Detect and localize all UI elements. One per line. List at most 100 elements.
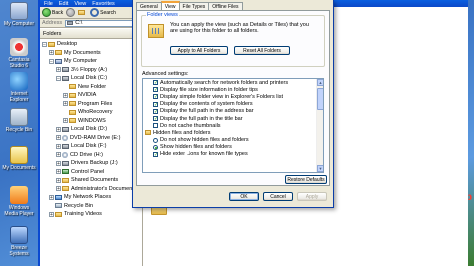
expand-icon[interactable]: + — [63, 92, 68, 98]
desktop-icon-media-player[interactable]: Windows Media Player — [2, 186, 36, 217]
address-value: C:\ — [75, 20, 83, 26]
menu-favorites[interactable]: Favorites — [92, 1, 115, 7]
tree-item-label: DVD-RAM Drive (E:) — [70, 134, 121, 141]
tree-item[interactable]: + NVIDIA — [40, 91, 142, 100]
bridge-icon — [10, 226, 28, 244]
tree-item[interactable]: +3½ Floppy (A:) — [40, 66, 142, 75]
expand-icon[interactable]: + — [49, 194, 54, 200]
collapse-icon[interactable]: − — [49, 58, 54, 64]
checkbox[interactable]: ✓ — [153, 108, 158, 114]
setting-item[interactable]: ✓ Display the full path in the title bar — [143, 115, 323, 122]
checkbox[interactable]: ✓ — [153, 94, 158, 100]
expand-icon[interactable]: + — [49, 50, 54, 56]
tree-item[interactable]: + Drivers Backup (J:) — [40, 159, 142, 168]
tree-item[interactable]: + Program Files — [40, 100, 142, 109]
expand-icon[interactable]: + — [56, 135, 61, 141]
restore-defaults-button[interactable]: Restore Defaults — [285, 175, 327, 184]
expand-icon[interactable]: + — [56, 177, 61, 183]
scroll-down-icon[interactable]: ▼ — [317, 165, 323, 172]
checkbox[interactable]: ✓ — [153, 151, 158, 157]
desktop-icon-recycle-bin[interactable]: Recycle Bin — [2, 108, 36, 133]
tree-item[interactable]: + Local Disk (D:) — [40, 125, 142, 134]
advanced-settings-list[interactable]: ✓ Automatically search for network folder… — [142, 78, 324, 173]
menu-file[interactable]: File — [44, 1, 53, 7]
setting-item[interactable]: ✓ Display file size information in folder… — [143, 86, 323, 93]
advanced-scrollbar[interactable]: ▲ ▼ — [316, 79, 323, 172]
setting-item[interactable]: Show hidden files and folders — [143, 144, 323, 151]
dialog-tabs: General View File Types Offline Files — [136, 1, 243, 10]
radio-button[interactable] — [153, 144, 158, 150]
tree-item[interactable]: + WINDOWS — [40, 117, 142, 126]
tree-item[interactable]: − Desktop — [40, 40, 142, 49]
checkbox[interactable]: ✓ — [153, 80, 158, 86]
advanced-settings-label: Advanced settings: — [142, 71, 189, 77]
tab-view[interactable]: View — [160, 1, 180, 10]
expand-icon[interactable]: + — [56, 143, 61, 149]
folder-icon — [55, 50, 62, 56]
tree-item[interactable]: + Control Panel — [40, 168, 142, 177]
scroll-up-icon[interactable]: ▲ — [317, 79, 323, 86]
tab-file-types[interactable]: File Types — [178, 2, 210, 10]
cancel-button[interactable]: Cancel — [263, 192, 293, 201]
tree-item[interactable]: − My Computer — [40, 57, 142, 66]
expand-icon[interactable]: + — [63, 101, 68, 107]
checkbox[interactable] — [153, 123, 158, 129]
desktop-icon-my-computer[interactable]: My Computer — [2, 2, 36, 27]
setting-item[interactable]: ✓ Automatically search for network folder… — [143, 79, 323, 86]
desktop-icon-my-documents[interactable]: My Documents — [2, 146, 36, 171]
tree-item[interactable]: + My Documents — [40, 49, 142, 58]
expand-icon[interactable]: + — [63, 118, 68, 124]
desktop-icon-camtasia[interactable]: Camtasia Studio 6 — [2, 38, 36, 69]
desktop-icon-ie[interactable]: Internet Explorer — [2, 72, 36, 103]
expand-icon[interactable]: + — [56, 160, 61, 166]
tree-item[interactable]: WhoRecovery — [40, 108, 142, 117]
expand-icon[interactable]: + — [56, 67, 61, 73]
tree-item[interactable]: + Training Videos — [40, 210, 142, 219]
scroll-thumb[interactable] — [317, 88, 323, 110]
tree-item[interactable]: New Folder — [40, 83, 142, 92]
reset-all-folders-button[interactable]: Reset All Folders — [234, 46, 290, 55]
tree-item[interactable]: + My Network Places — [40, 193, 142, 202]
folder-icon — [69, 101, 76, 107]
expand-icon[interactable]: + — [56, 126, 61, 132]
setting-item[interactable]: ✓ Display simple folder view in Explorer'… — [143, 93, 323, 100]
collapse-icon[interactable]: − — [42, 41, 47, 47]
search-icon — [90, 8, 100, 17]
search-button[interactable]: Search — [90, 8, 116, 17]
tree-item[interactable]: + Local Disk (F:) — [40, 142, 142, 151]
ok-button[interactable]: OK — [229, 192, 259, 201]
expand-icon[interactable]: + — [56, 152, 61, 158]
tree-item[interactable]: + Administrator's Documents — [40, 185, 142, 194]
setting-item[interactable]: Do not show hidden files and folders — [143, 137, 323, 144]
folder-icon — [48, 41, 55, 47]
expand-icon[interactable]: + — [56, 169, 61, 175]
back-button[interactable]: Back — [42, 8, 63, 17]
setting-item[interactable]: ✓ Hide extensions for known file types — [143, 151, 323, 158]
checkbox[interactable]: ✓ — [153, 101, 158, 107]
menu-view[interactable]: View — [74, 1, 86, 7]
desktop-icon-bridge[interactable]: Breeze Systems — [2, 226, 36, 257]
setting-item[interactable]: ✓ Display the full path in the address ba… — [143, 108, 323, 115]
checkbox[interactable]: ✓ — [153, 116, 158, 122]
tree-item[interactable]: Recycle Bin — [40, 202, 142, 211]
up-button[interactable] — [78, 10, 87, 15]
setting-item[interactable]: Do not cache thumbnails — [143, 122, 323, 129]
tree-item[interactable]: + DVD-RAM Drive (E:) — [40, 134, 142, 143]
expand-icon[interactable]: + — [56, 186, 61, 192]
menu-edit[interactable]: Edit — [59, 1, 68, 7]
expand-icon[interactable]: + — [49, 211, 54, 217]
checkbox[interactable]: ✓ — [153, 87, 158, 93]
tree-item[interactable]: + Shared Documents — [40, 176, 142, 185]
apply-button[interactable]: Apply — [297, 192, 327, 201]
tab-offline-files[interactable]: Offline Files — [208, 2, 243, 10]
setting-item[interactable]: ✓ Display the contents of system folders — [143, 101, 323, 108]
radio-button[interactable] — [153, 137, 158, 143]
tree-item[interactable]: − Local Disk (C:) — [40, 74, 142, 83]
forward-button[interactable] — [66, 8, 76, 17]
apply-to-all-folders-button[interactable]: Apply to All Folders — [170, 46, 228, 55]
tab-general[interactable]: General — [136, 2, 162, 10]
collapse-icon[interactable]: − — [56, 75, 61, 81]
tree-item[interactable]: + CD Drive (H:) — [40, 151, 142, 160]
